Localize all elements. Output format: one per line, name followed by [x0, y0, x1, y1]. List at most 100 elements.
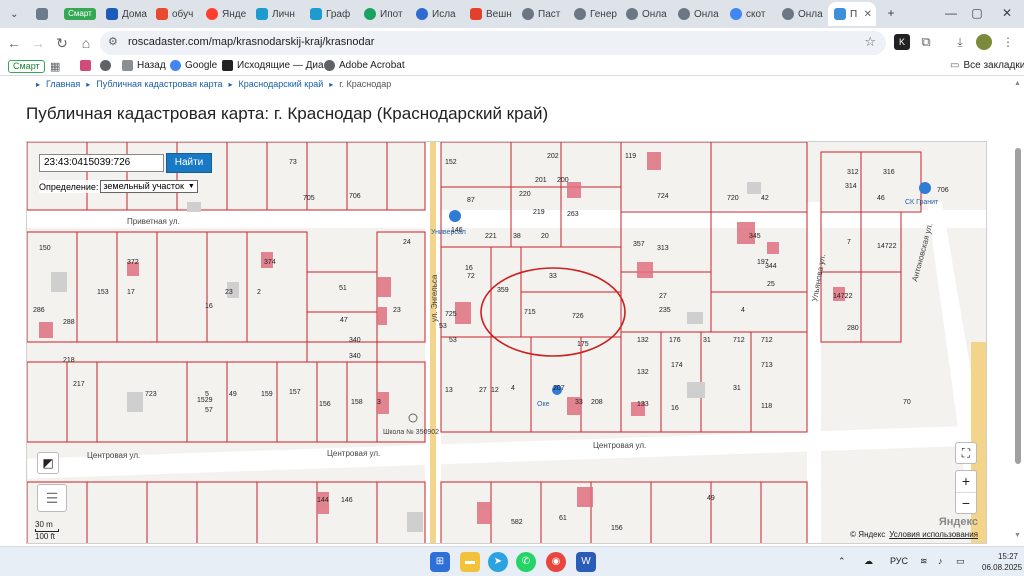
language-indicator[interactable]: РУС [890, 556, 908, 566]
parcel-number[interactable]: 152 [445, 159, 457, 166]
parcel-number[interactable]: 286 [33, 307, 45, 314]
bookmark-2[interactable] [80, 60, 95, 71]
parcel-number[interactable]: 24 [403, 239, 411, 246]
parcel-number[interactable]: 16 [671, 405, 679, 412]
extension-k-icon[interactable]: K [894, 34, 910, 50]
tab-14[interactable]: скот [724, 2, 774, 26]
whatsapp-icon[interactable]: ✆ [516, 552, 536, 572]
parcel-number[interactable]: 582 [511, 519, 523, 526]
parcel-number[interactable]: 280 [847, 325, 859, 332]
chrome-icon[interactable]: ◉ [546, 552, 566, 572]
site-info-icon[interactable]: ⚙ [108, 35, 118, 48]
layers-icon[interactable]: ☰ [37, 484, 67, 512]
parcel-number[interactable]: 218 [63, 357, 75, 364]
tab-2[interactable]: Дома [100, 2, 148, 26]
parcel-number[interactable]: 2 [257, 289, 261, 296]
new-tab-button[interactable]: + [876, 4, 906, 22]
parcel-number[interactable]: 4 [511, 385, 515, 392]
scroll-down-icon[interactable]: ▼ [1014, 532, 1021, 539]
parcel-number[interactable]: 706 [349, 193, 361, 200]
cadastral-map[interactable]: Приветная ул. Центровая ул. Центровая ул… [26, 141, 987, 544]
parcel-number[interactable]: 14722 [877, 243, 897, 250]
parcel-number[interactable]: 713 [761, 362, 773, 369]
poi-ocean[interactable]: Оке [537, 401, 550, 408]
home-icon[interactable]: ⌂ [76, 34, 96, 52]
parcel-number[interactable]: 316 [883, 169, 895, 176]
parcel-number[interactable]: 25 [767, 281, 775, 288]
parcel-number[interactable]: 201 [535, 177, 547, 184]
parcel-number[interactable]: 61 [559, 515, 567, 522]
parcel-number[interactable]: 23 [225, 289, 233, 296]
chevron-up-icon[interactable]: ⌃ [838, 556, 846, 567]
breadcrumb-region[interactable]: Краснодарский край [239, 79, 324, 89]
parcel-number[interactable]: 53 [449, 337, 457, 344]
parcel-number[interactable]: 73 [289, 159, 297, 166]
parcel-number[interactable]: 312 [847, 169, 859, 176]
system-clock[interactable]: 15:27 06.08.2025 [982, 551, 1022, 573]
parcel-number[interactable]: 235 [659, 307, 671, 314]
zoom-in-button[interactable]: + [956, 471, 976, 493]
tab-13[interactable]: Онла [672, 2, 722, 26]
speaker-icon[interactable]: ♪ [938, 556, 943, 566]
close-window-button[interactable]: ✕ [992, 4, 1022, 22]
parcel-number[interactable]: 202 [547, 153, 559, 160]
bookmark-3[interactable] [100, 60, 115, 71]
parcel-number[interactable]: 17 [127, 289, 135, 296]
ruler-icon[interactable]: ◩ [37, 452, 59, 474]
parcel-number[interactable]: 314 [845, 183, 857, 190]
tab-10[interactable]: Паст [516, 2, 566, 26]
download-icon[interactable]: ⤓ [952, 34, 968, 50]
parcel-number[interactable]: 13 [445, 387, 453, 394]
parcel-number[interactable]: 7 [847, 239, 851, 246]
parcel-number[interactable]: 288 [63, 319, 75, 326]
tab-15[interactable]: Онла [776, 2, 826, 26]
parcel-number[interactable]: 46 [877, 195, 885, 202]
shop-poi-icon[interactable] [449, 210, 461, 222]
cadastral-search-input[interactable]: 23:43:0415039:726 [39, 154, 164, 172]
parcel-number[interactable]: 157 [289, 389, 301, 396]
definition-select[interactable]: земельный участок ▼ [100, 180, 198, 193]
parcel-number[interactable]: 132 [637, 369, 649, 376]
parcel-number[interactable]: 70 [903, 399, 911, 406]
cloud-icon[interactable]: ☁ [864, 556, 873, 567]
tab-9[interactable]: Вешн [464, 2, 514, 26]
parcel-number[interactable]: 340 [349, 337, 361, 344]
parcel-number[interactable]: 1529 [197, 397, 213, 404]
parcel-number[interactable]: 133 [637, 401, 649, 408]
bookmark-outgoing[interactable]: Исходящие — Диа... [222, 60, 332, 71]
parcel-number[interactable]: 159 [261, 391, 273, 398]
tab-3[interactable]: обуч [150, 2, 198, 26]
parcel-number[interactable]: 705 [303, 195, 315, 202]
parcel-number[interactable]: 712 [761, 337, 773, 344]
back-arrow-icon[interactable]: ← [4, 34, 24, 52]
bookmark-google[interactable]: Google [170, 60, 217, 71]
parcel-number[interactable]: 220 [519, 191, 531, 198]
parcel-number[interactable]: 219 [533, 209, 545, 216]
parcel-number[interactable]: 706 [937, 187, 949, 194]
breadcrumb-home[interactable]: Главная [46, 79, 80, 89]
parcel-number[interactable]: 53 [439, 323, 447, 330]
parcel-number[interactable]: 33 [549, 273, 557, 280]
parcel-number[interactable]: 153 [97, 289, 109, 296]
tab-11[interactable]: Генер [568, 2, 618, 26]
parcel-number[interactable]: 119 [625, 153, 636, 160]
parcel-number[interactable]: 156 [319, 401, 331, 408]
parcel-number[interactable]: 72 [467, 273, 475, 280]
parcel-number[interactable]: 208 [591, 399, 603, 406]
parcel-number[interactable]: 725 [445, 311, 457, 318]
school-poi-icon[interactable] [408, 413, 418, 423]
extensions-puzzle-icon[interactable]: ⧉ [918, 34, 934, 50]
all-bookmarks[interactable]: ▭ Все закладки [950, 60, 1024, 71]
poi-sk-granit[interactable]: СК Гранит [905, 199, 939, 206]
scrollbar-thumb[interactable] [1015, 148, 1021, 464]
start-icon[interactable]: ⊞ [430, 552, 450, 572]
parcel-number[interactable]: 176 [669, 337, 681, 344]
tab-active[interactable]: П ✕ [828, 2, 876, 26]
tab-4[interactable]: Янде [200, 2, 248, 26]
parcel-number[interactable]: 156 [611, 525, 623, 532]
parcel-number[interactable]: 374 [264, 259, 276, 266]
parcel-number[interactable]: 313 [657, 245, 669, 252]
scroll-up-icon[interactable]: ▲ [1014, 80, 1021, 87]
parcel-number[interactable]: 723 [145, 391, 157, 398]
parcel-number[interactable]: 87 [467, 197, 475, 204]
